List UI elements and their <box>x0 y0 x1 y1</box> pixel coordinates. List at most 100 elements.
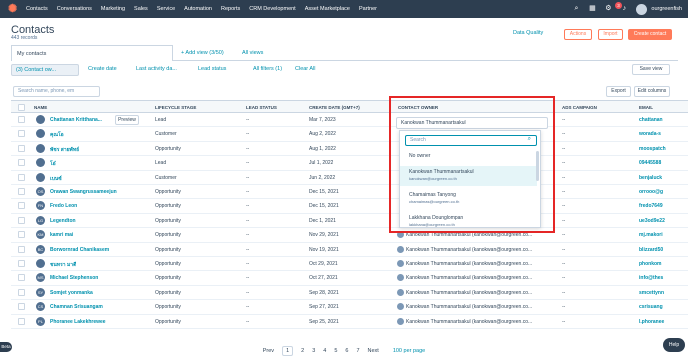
row-checkbox[interactable] <box>18 245 25 253</box>
lead-status[interactable]: -- <box>246 290 249 296</box>
contact-name-link[interactable]: kamri mai <box>50 232 73 238</box>
owner-select[interactable]: Kanokwan Thummanartsakul <box>396 117 548 129</box>
nav-sales[interactable]: Sales <box>134 6 148 12</box>
lead-status[interactable]: -- <box>246 261 249 267</box>
contact-name-link[interactable]: โอ๋ <box>50 160 56 168</box>
table-row[interactable]: Chattanan Kritthana... Preview Lead -- Mar 7… <box>11 113 688 128</box>
email-link[interactable]: l.phoranee <box>639 319 688 325</box>
contact-name-link[interactable]: Legendton <box>50 218 76 224</box>
row-checkbox[interactable] <box>18 274 25 282</box>
row-checkbox[interactable] <box>18 317 25 325</box>
lifecycle-stage[interactable]: Customer <box>155 175 177 181</box>
email-link[interactable]: chattanan <box>639 117 688 123</box>
last-activity-filter[interactable]: Last activity da... <box>136 66 177 72</box>
contact-owner[interactable]: Kanokwan Thummanartsakul (kanokwan@ourgr… <box>406 261 532 267</box>
table-row[interactable]: OS Orawan Swangrussameejun Opportunity -- De… <box>11 185 688 200</box>
row-checkbox[interactable] <box>18 144 25 152</box>
contact-owner[interactable]: Kanokwan Thummanartsakul (kanokwan@ourgr… <box>406 232 532 238</box>
table-row[interactable]: KM kamri mai Opportunity -- Nov 29, 2021 Kano… <box>11 228 688 243</box>
lead-status[interactable]: -- <box>246 117 249 123</box>
contact-name-link[interactable]: Borwornrad Chanikasem <box>50 247 109 253</box>
row-checkbox[interactable] <box>18 288 25 296</box>
page-link[interactable]: 3 <box>312 348 315 354</box>
lead-status[interactable]: -- <box>246 218 249 224</box>
table-search-input[interactable]: Search name, phone, em <box>13 86 100 97</box>
lead-status[interactable]: -- <box>246 131 249 137</box>
email-link[interactable]: phonkom <box>639 261 688 267</box>
lead-status[interactable]: -- <box>246 304 249 310</box>
help-button[interactable]: Help <box>663 338 685 352</box>
table-row[interactable]: LG Legendton Opportunity -- Dec 1, 2021 -- ue3… <box>11 214 688 229</box>
nav-automation[interactable]: Automation <box>184 6 212 12</box>
lifecycle-stage[interactable]: Lead <box>155 117 166 123</box>
page-link[interactable]: 7 <box>356 348 359 354</box>
edit-columns-button[interactable]: Edit columns <box>634 86 670 97</box>
page-link[interactable]: 6 <box>345 348 348 354</box>
email-link[interactable]: info@thes <box>639 275 688 281</box>
all-filters-link[interactable]: All filters (1) <box>253 66 282 72</box>
all-views-link[interactable]: All views <box>242 50 263 56</box>
contact-owner[interactable]: Kanokwan Thummanartsakul (kanokwan@ourgr… <box>406 319 532 325</box>
row-checkbox[interactable] <box>18 173 25 181</box>
email-link[interactable]: orrooo@g <box>639 189 688 195</box>
contact-name-link[interactable]: พัชร สายพัทธ์ <box>50 146 79 154</box>
tab-my-contacts[interactable]: My contacts <box>11 45 173 61</box>
lifecycle-stage[interactable]: Opportunity <box>155 247 181 253</box>
lifecycle-stage[interactable]: Opportunity <box>155 319 181 325</box>
email-link[interactable]: moospatch <box>639 146 688 152</box>
col-ads-campaign[interactable]: ADS CAMPAIGN <box>562 105 597 110</box>
owner-option[interactable]: Lakkhana Dounglompan lakkhana@ourgreen.co… <box>400 212 537 229</box>
page-link[interactable]: 1 <box>282 346 294 356</box>
contact-name-link[interactable]: คุณโอ <box>50 131 64 139</box>
prev-page-link[interactable]: Prev <box>263 348 274 354</box>
actions-button[interactable]: Actions <box>564 29 592 40</box>
contact-name-link[interactable]: Chattanan Kritthana... <box>50 117 102 123</box>
lifecycle-stage[interactable]: Opportunity <box>155 304 181 310</box>
row-checkbox[interactable] <box>18 231 25 239</box>
email-link[interactable]: blizzard50 <box>639 247 688 253</box>
next-page-link[interactable]: Next <box>368 348 379 354</box>
row-checkbox[interactable] <box>18 159 25 167</box>
row-checkbox[interactable] <box>18 188 25 195</box>
nav-partner[interactable]: Partner <box>359 6 377 12</box>
lead-status[interactable]: -- <box>246 203 249 209</box>
marketplace-icon[interactable]: ▦ <box>588 5 596 13</box>
nav-asset-marketplace[interactable]: Asset Marketplace <box>305 6 350 12</box>
contact-name-link[interactable]: Somjet yonmanka <box>50 290 93 296</box>
save-view-button[interactable]: Save view <box>632 64 670 75</box>
contact-name-link[interactable]: Michael Stephenson <box>50 275 98 281</box>
row-checkbox[interactable] <box>18 202 25 210</box>
owner-option[interactable]: Chamaimas Tanyong chamaimas@ourgreen.co.t… <box>400 189 537 209</box>
hubspot-logo-icon[interactable]: ✺ <box>8 3 20 15</box>
menu-scrollbar[interactable] <box>536 151 539 181</box>
owner-option[interactable]: Kanokwan Thummanartsakul kanokwan@ourgree… <box>400 166 537 186</box>
nav-crm-development[interactable]: CRM Development <box>249 6 295 12</box>
lead-status[interactable]: -- <box>246 175 249 181</box>
nav-conversations[interactable]: Conversations <box>57 6 92 12</box>
contact-owner[interactable]: Kanokwan Thummanartsakul (kanokwan@ourgr… <box>406 247 532 253</box>
table-row[interactable]: SY Somjet yonmanka Opportunity -- Sep 28, 20… <box>11 286 688 301</box>
table-row[interactable]: BC Borwornrad Chanikasem Opportunity -- Nov … <box>11 243 688 257</box>
avatar[interactable] <box>636 3 648 15</box>
email-link[interactable]: mj.makori <box>639 232 688 238</box>
table-row[interactable]: ชนทรา มาดี Opportunity -- Oct 29, 2021 Kanok… <box>11 257 688 272</box>
table-row[interactable]: เบนซ์ Customer -- Jun 2, 2022 -- benjaluck <box>11 171 688 185</box>
table-row[interactable]: MS Michael Stephenson Opportunity -- Oct 27,… <box>11 271 688 286</box>
nav-reports[interactable]: Reports <box>221 6 240 12</box>
table-row[interactable]: คุณโอ Customer -- Aug 2, 2022 -- worada-s <box>11 127 688 142</box>
owner-option[interactable]: No owner <box>400 153 537 163</box>
lifecycle-stage[interactable]: Lead <box>155 160 166 166</box>
lifecycle-stage[interactable]: Opportunity <box>155 146 181 152</box>
select-all-checkbox[interactable] <box>18 104 25 111</box>
email-link[interactable]: smcettynn <box>639 290 688 296</box>
contact-owner[interactable]: Kanokwan Thummanartsakul (kanokwan@ourgr… <box>406 275 532 281</box>
col-lead-status[interactable]: LEAD STATUS <box>246 105 277 110</box>
create-contact-button[interactable]: Create contact <box>628 29 672 40</box>
contact-owner[interactable]: Kanokwan Thummanartsakul (kanokwan@ourgr… <box>406 304 532 310</box>
import-button[interactable]: Import <box>598 29 623 40</box>
lead-status[interactable]: -- <box>246 160 249 166</box>
page-link[interactable]: 2 <box>301 348 304 354</box>
lifecycle-stage[interactable]: Opportunity <box>155 218 181 224</box>
contact-name-link[interactable]: Chamnan Srisuangam <box>50 304 103 310</box>
preview-button[interactable]: Preview <box>115 115 139 125</box>
